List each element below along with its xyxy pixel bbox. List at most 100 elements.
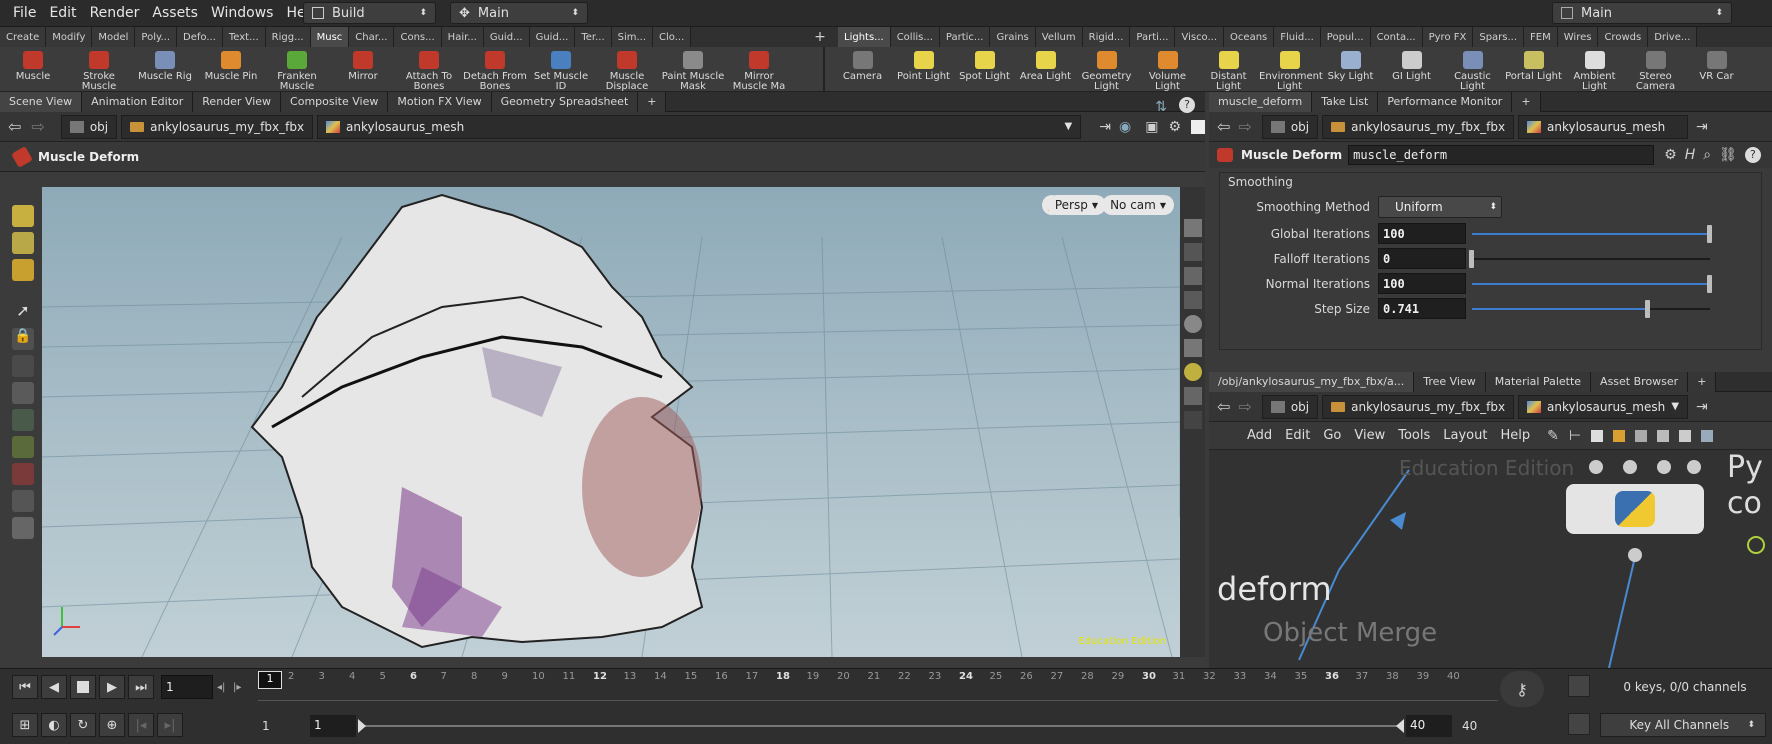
shelf-tab[interactable]: Sim... (611, 27, 654, 47)
tool-caustic-light[interactable]: Caustic Light (1442, 47, 1503, 92)
display-grid-icon[interactable] (1183, 411, 1202, 429)
pane-tab[interactable]: Take List (1312, 91, 1379, 112)
shelf-tab[interactable]: Defo... (177, 27, 223, 47)
list-view-icon[interactable] (1591, 429, 1604, 442)
tool-point-light[interactable]: Point Light (893, 47, 954, 92)
param-slider[interactable] (1472, 223, 1712, 244)
scope-icon[interactable] (1568, 713, 1590, 735)
path-crumb-obj[interactable]: obj (1261, 394, 1319, 419)
tool-area-light[interactable]: Area Light (1015, 47, 1076, 92)
current-frame-field[interactable]: 1 (161, 675, 213, 699)
slider-knob[interactable] (1707, 225, 1712, 243)
add-tab-icon[interactable]: + (638, 91, 667, 112)
pane-tab[interactable]: Motion FX View (388, 91, 492, 112)
tool-attach-to-bones[interactable]: Attach To Bones (396, 47, 462, 92)
pane-tab[interactable]: Render View (193, 91, 282, 112)
context-dropdown[interactable]: ✥ Main ⬍ (450, 2, 588, 24)
tool-sky-light[interactable]: Sky Light (1320, 47, 1381, 92)
key-all-channels-dropdown[interactable]: Key All Channels ⬍ (1600, 713, 1766, 737)
network-icon[interactable]: ⚙ (1168, 119, 1181, 135)
pane-tab[interactable]: Asset Browser (1591, 371, 1689, 392)
pane-tab[interactable]: Composite View (281, 91, 389, 112)
right-desktop-dropdown[interactable]: Main ⬍ (1552, 2, 1732, 24)
param-slider[interactable] (1469, 248, 1710, 269)
camera-menu[interactable]: No cam ▼ (1102, 195, 1174, 215)
tool-geometry-light[interactable]: Geometry Light (1076, 47, 1137, 92)
shelf-tab[interactable]: Rigid... (1082, 27, 1131, 47)
desktop-dropdown[interactable]: Build ⬍ (303, 2, 436, 24)
add-tab-icon[interactable]: + (1688, 371, 1717, 392)
shelf-tab[interactable]: Rigg... (265, 27, 311, 47)
path-crumb-fbx[interactable]: ankylosaurus_my_fbx_fbx (121, 114, 314, 139)
tool-camera[interactable]: Camera (832, 47, 893, 92)
shelf-tab[interactable]: Vellum (1035, 27, 1083, 47)
param-slider[interactable] (1472, 298, 1710, 319)
display-shaded-icon[interactable] (1183, 219, 1202, 237)
range-slider[interactable] (360, 725, 1400, 727)
display-sphere-icon[interactable] (1183, 315, 1202, 333)
tool-volume-light[interactable]: Volume Light (1137, 47, 1198, 92)
pane-tab[interactable]: Performance Monitor (1378, 91, 1513, 112)
select-tool-icon[interactable] (12, 205, 34, 227)
search-icon[interactable]: ⌕ (1703, 147, 1711, 163)
bookmark-icon[interactable]: |◂ (128, 713, 154, 737)
shelf-tab[interactable]: Parti... (1130, 27, 1176, 47)
path-crumb-obj[interactable]: obj (1261, 114, 1319, 139)
gear-icon[interactable]: ⚙ (1664, 147, 1677, 163)
play-reverse-icon[interactable]: ◀ (41, 675, 67, 699)
global-animation-icon[interactable]: ⊕ (99, 713, 125, 737)
display-light-icon[interactable] (1183, 339, 1202, 357)
tool-spot-light[interactable]: Spot Light (954, 47, 1015, 92)
pane-tab[interactable]: /obj/ankylosaurus_my_fbx_fbx/a... (1209, 371, 1415, 392)
add-shelf-tab-icon[interactable]: + (810, 29, 830, 45)
back-arrow-icon[interactable]: ⇦ (1217, 397, 1230, 416)
shelf-tab[interactable]: Grains (990, 27, 1036, 47)
shelf-tab[interactable]: Pyro FX (1422, 27, 1474, 47)
param-value-field[interactable]: 100 (1378, 273, 1466, 294)
node-input-connector[interactable] (1623, 460, 1637, 474)
shelf-tab[interactable]: Partic... (939, 27, 991, 47)
pane-tab[interactable]: Tree View (1414, 371, 1486, 392)
pin-icon[interactable]: ⇥ (1696, 399, 1708, 415)
tree-icon[interactable]: ⊢ (1569, 428, 1581, 444)
network-menu-add[interactable]: Add (1247, 428, 1272, 443)
slider-knob[interactable] (1469, 250, 1474, 268)
display-snap-icon[interactable] (1183, 291, 1202, 309)
channel-list-icon[interactable] (1568, 675, 1590, 697)
pane-tab[interactable]: Material Palette (1485, 371, 1592, 392)
menu-item-windows[interactable]: Windows (211, 5, 274, 21)
pane-tab[interactable]: Scene View (0, 91, 83, 112)
display-camera-icon[interactable] (1183, 387, 1202, 405)
tool-muscle[interactable]: Muscle (0, 47, 66, 92)
grid-color-icon[interactable] (1613, 429, 1626, 442)
path-crumb-obj[interactable]: obj (60, 114, 118, 139)
brush-tool-icon[interactable] (12, 436, 34, 458)
slider-knob[interactable] (1645, 300, 1651, 318)
record-icon[interactable] (12, 463, 34, 485)
realtime-icon[interactable]: ⊞ (12, 713, 38, 737)
stop-icon[interactable] (70, 675, 96, 699)
pane-tab[interactable]: Geometry Spreadsheet (491, 91, 639, 112)
network-menu-help[interactable]: Help (1500, 428, 1530, 443)
node-name-field[interactable]: muscle_deform (1348, 145, 1655, 165)
help-icon[interactable]: ? (1179, 97, 1195, 113)
link-icon[interactable]: ⛓ (1719, 147, 1737, 163)
key-icon[interactable]: ⚷ (1500, 671, 1544, 707)
path-crumb-mesh[interactable]: ankylosaurus_mesh ▼ (1518, 394, 1689, 419)
tool-gi-light[interactable]: GI Light (1381, 47, 1442, 92)
path-crumb-fbx[interactable]: ankylosaurus_my_fbx_fbx (1322, 114, 1515, 139)
jump-start-icon[interactable]: ⏮ (12, 675, 38, 699)
audio-icon[interactable]: ◐ (41, 713, 67, 737)
shelf-tab[interactable]: Oceans (1224, 27, 1275, 47)
shelf-tab[interactable]: Wires (1557, 27, 1599, 47)
view-tool-icon[interactable] (12, 382, 34, 404)
pose-tool-icon[interactable] (12, 409, 34, 431)
step-back-icon[interactable]: ◂| (217, 675, 233, 699)
add-tab-icon[interactable]: + (1512, 91, 1541, 112)
options-icon[interactable]: ⇅ (1155, 99, 1167, 115)
shelf-tab[interactable]: Hair... (441, 27, 484, 47)
image-icon[interactable] (1701, 429, 1714, 442)
help-icon[interactable]: ? (1744, 147, 1761, 163)
back-arrow-icon[interactable]: ⇦ (8, 117, 21, 136)
shelf-tab[interactable]: Guid... (483, 27, 530, 47)
